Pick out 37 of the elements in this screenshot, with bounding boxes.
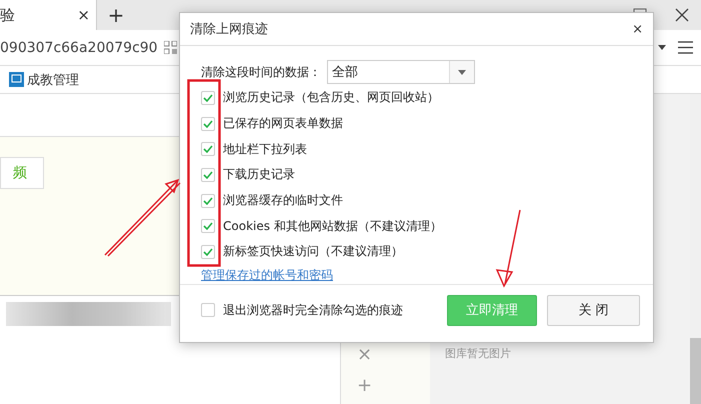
scrollbar[interactable] <box>690 94 701 404</box>
checkbox[interactable] <box>201 168 215 182</box>
checkbox[interactable] <box>201 90 215 105</box>
menu-icon[interactable] <box>678 41 693 54</box>
time-range-dropdown[interactable]: 全部 <box>327 60 475 84</box>
scrollbar-thumb[interactable] <box>690 338 701 404</box>
qr-code-icon[interactable] <box>164 41 177 54</box>
empty-gallery-text: 图库暂无图片 <box>445 347 511 360</box>
checkbox[interactable] <box>201 142 215 156</box>
close-dialog-button[interactable]: 关 闭 <box>547 294 640 326</box>
option-label: 浏览器缓存的临时文件 <box>223 192 343 210</box>
option-label: 退出浏览器时完全清除勾选的痕迹 <box>223 302 403 318</box>
checkbox[interactable] <box>201 303 215 317</box>
checkbox[interactable] <box>201 244 215 259</box>
option-label: 浏览历史记录（包含历史、网页回收站） <box>223 89 439 106</box>
range-label: 清除这段时间的数据： <box>201 64 321 80</box>
bookmark-icon <box>9 72 24 87</box>
tab-close-button[interactable]: × <box>77 6 90 24</box>
address-text[interactable]: 090307c66a20079c90 <box>0 40 158 56</box>
close-button[interactable]: × <box>632 22 643 36</box>
close-icon[interactable] <box>675 8 689 22</box>
manage-passwords-link[interactable]: 管理保存过的帐号和密码 <box>201 266 333 284</box>
option-label: Cookies 和其他网站数据（不建议清理） <box>223 218 442 235</box>
option-label: 已保存的网页表单数据 <box>223 115 343 132</box>
caret-icon <box>458 70 466 74</box>
browser-tab[interactable]: 验 × <box>0 0 97 30</box>
option-label: 新标签页快速访问（不建议清理） <box>223 243 403 260</box>
option-label: 下载历史记录 <box>223 166 295 184</box>
bookmark-item[interactable]: 成教管理 <box>27 70 79 88</box>
checkbox[interactable] <box>201 116 215 131</box>
checkbox[interactable] <box>201 219 215 234</box>
new-tab-button[interactable]: + <box>97 0 135 30</box>
checkbox[interactable] <box>201 194 215 208</box>
dialog-title: 清除上网痕迹 <box>190 21 268 38</box>
tab-title: 验 <box>0 6 15 24</box>
option-label: 地址栏下拉列表 <box>223 140 307 158</box>
dropdown-icon[interactable] <box>658 45 666 50</box>
